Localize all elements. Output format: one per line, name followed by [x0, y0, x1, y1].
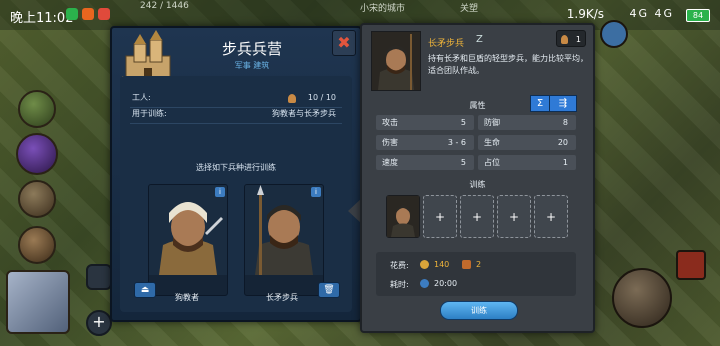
trains-label: 用于训练: — [132, 109, 167, 118]
training-slot-empty[interactable]: + — [497, 195, 531, 238]
unit-card-archer[interactable]: i — [148, 184, 228, 296]
network-speed: 1.9K/s — [566, 7, 604, 21]
cost-label: 花费: — [390, 261, 409, 270]
training-slot-empty[interactable]: + — [534, 195, 568, 238]
barracks-panel: 步兵兵营 军事 建筑 ✖ 工人: 10 / 10 用于训练: 狗教者与长矛步兵 … — [110, 26, 362, 322]
workers-label: 工人: — [132, 93, 151, 102]
sum-button[interactable]: Σ — [530, 95, 550, 112]
cost-second: 2 — [476, 260, 482, 269]
trains-value: 狗教者与长矛步兵 — [272, 109, 336, 118]
workers-row: 工人: 10 / 10 — [128, 90, 342, 106]
close-button[interactable]: ✖ — [332, 30, 356, 56]
stat-defense: 防御 8 — [478, 115, 576, 130]
compare-button[interactable]: ⇶ — [549, 95, 577, 112]
stat-speed: 速度 5 — [376, 155, 474, 170]
add-icon[interactable]: + — [86, 310, 112, 336]
workers-value: 10 / 10 — [307, 93, 336, 102]
rank-icon: Z — [476, 34, 483, 45]
upgrade-button[interactable]: ⏏ — [134, 282, 156, 298]
upgrade-icon: ⏏ — [140, 285, 150, 295]
hammer-build-icon[interactable] — [612, 268, 672, 328]
scroll-map-icon[interactable] — [6, 270, 70, 334]
training-slot-active[interactable] — [386, 195, 420, 238]
unit-card-spearman[interactable]: i — [244, 184, 324, 296]
unit-description: 持有长矛和巨盾的轻型步兵，能力比较平均，适合团队作战。 — [428, 54, 588, 75]
cost-box: 花费: 140 2 耗时: 20:00 — [376, 252, 576, 296]
unit-portrait — [245, 185, 323, 275]
quest-icon[interactable] — [18, 180, 56, 218]
compare-icon: ⇶ — [558, 98, 568, 109]
stat-attack: 攻击 5 — [376, 115, 474, 130]
delete-button[interactable]: 🗑 — [318, 282, 340, 298]
clock-alarm-icon[interactable] — [600, 20, 628, 48]
unit-name: 长矛步兵 — [266, 293, 298, 302]
app-notification-icon — [82, 8, 94, 20]
training-slot-empty[interactable]: + — [460, 195, 494, 238]
stat-damage: 伤害 3 - 6 — [376, 135, 474, 150]
stat-space: 占位 1 — [478, 155, 576, 170]
wechat-icon — [66, 8, 78, 20]
ally-label: 关塑 — [460, 4, 479, 14]
training-heading: 训练 — [469, 180, 486, 189]
unit-count: 1 — [575, 35, 581, 44]
bag-icon[interactable] — [86, 264, 112, 290]
trains-row: 用于训练: 狗教者与长矛步兵 — [128, 106, 342, 122]
unit-detail-portrait — [371, 31, 421, 91]
map-flag-icon — [676, 250, 706, 280]
info-icon[interactable]: i — [311, 187, 321, 197]
panel-subtitle: 军事 建筑 — [234, 61, 270, 70]
panel-title: 步兵兵营 — [221, 40, 282, 58]
stat-health: 生命 20 — [478, 135, 576, 150]
training-slot-empty[interactable]: + — [423, 195, 457, 238]
unit-count-badge: 1 — [556, 30, 586, 47]
time-value: 20:00 — [434, 279, 458, 288]
hero-icon[interactable] — [18, 226, 56, 264]
signal-icon: 4G 4G — [629, 7, 674, 20]
clock-icon — [420, 279, 429, 288]
info-icon[interactable]: i — [215, 187, 225, 197]
worker-icon — [288, 94, 296, 103]
gold-icon — [420, 260, 429, 269]
unit-name: 狗教者 — [175, 293, 199, 302]
unit-thumbnail — [387, 196, 419, 237]
unit-name: 长矛步兵 — [428, 39, 465, 49]
city-name: 小宋的城市 — [360, 4, 406, 14]
time-label: 耗时: — [390, 280, 409, 289]
train-button[interactable]: 训练 — [440, 301, 518, 320]
choose-unit-text: 选择如下兵种进行训练 — [196, 163, 276, 172]
map-icon[interactable] — [18, 90, 56, 128]
app-notification-icon — [98, 8, 110, 20]
unit-portrait — [149, 185, 227, 275]
cost-gold: 140 — [434, 260, 450, 269]
divider — [130, 123, 342, 124]
clock: 晚上11:02 — [10, 11, 74, 26]
magic-icon[interactable] — [16, 133, 58, 175]
unit-detail-panel: 长矛步兵 Z 1 持有长矛和巨盾的轻型步兵，能力比较平均，适合团队作战。 属性 … — [360, 23, 595, 333]
trash-icon: 🗑 — [323, 285, 335, 295]
weapon-icon — [462, 260, 471, 269]
battery-icon: 84 — [686, 9, 710, 22]
resource-counter: 242 / 1446 — [140, 1, 189, 11]
soldier-icon — [561, 35, 568, 44]
barracks-info: 工人: 10 / 10 用于训练: 狗教者与长矛步兵 选择如下兵种进行训练 i … — [120, 76, 352, 312]
close-x-icon: ✖ — [337, 33, 351, 52]
